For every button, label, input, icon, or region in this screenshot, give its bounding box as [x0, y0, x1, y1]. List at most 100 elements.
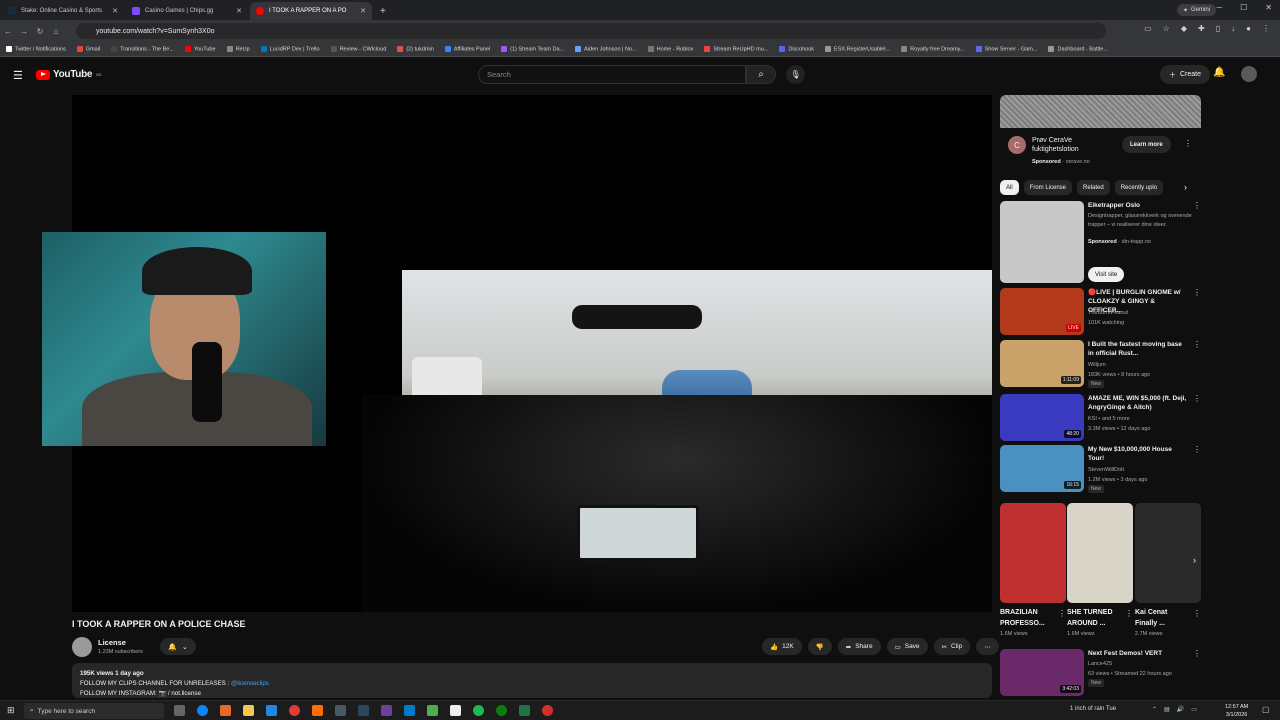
channel-name[interactable]: StevenWillDoIt: [1088, 467, 1124, 473]
search-input[interactable]: Search: [478, 65, 746, 84]
more-actions-button[interactable]: ⋯: [976, 638, 999, 655]
bookmark-item[interactable]: ReUp: [226, 45, 250, 52]
create-button[interactable]: ＋ Create: [1160, 65, 1211, 84]
app-icon[interactable]: [519, 705, 530, 716]
vscode-icon[interactable]: [404, 705, 415, 716]
bookmark-item[interactable]: YouTube: [184, 45, 216, 52]
channel-name[interactable]: License: [98, 638, 126, 647]
hamburger-menu-icon[interactable]: ☰: [13, 69, 23, 82]
more-vert-icon[interactable]: ⋮: [1058, 609, 1066, 618]
close-tab-icon[interactable]: ✕: [236, 7, 242, 15]
share-button[interactable]: ➦ Share: [837, 638, 881, 655]
app-icon[interactable]: [335, 705, 346, 716]
channel-name[interactable]: TheBurntPeanut: [1088, 310, 1128, 316]
more-vert-icon[interactable]: ⋮: [1193, 288, 1201, 297]
recommended-video[interactable]: LIVE 🔴LIVE | BURGLIN GNOME w/ CLOAKZY & …: [1000, 288, 1201, 338]
puzzle-icon[interactable]: ✚: [1198, 24, 1205, 33]
forward-icon[interactable]: →: [16, 27, 32, 36]
install-icon[interactable]: ▭: [1144, 24, 1152, 33]
description-box[interactable]: 195K views 1 day ago FOLLOW MY CLIPS CHA…: [72, 663, 992, 698]
bookmark-item[interactable]: (1) Stream Team Da...: [501, 45, 564, 52]
sponsored-ad-card[interactable]: C Prøv CeraVe fuktighetslotion Sponsored…: [1000, 95, 1201, 175]
visit-site-button[interactable]: Visit site: [1088, 267, 1125, 282]
browser-tab-active[interactable]: I TOOK A RAPPER ON A PO ✕: [250, 2, 372, 20]
extension-icon[interactable]: ◆: [1181, 24, 1187, 33]
bookmark-item[interactable]: ESX.RegisterUsableI...: [825, 45, 890, 52]
battery-icon[interactable]: ▭: [1191, 706, 1197, 713]
app-icon[interactable]: [220, 705, 231, 716]
short-item[interactable]: Kai Cenat Finally ... 2.7M views ⋮: [1135, 503, 1201, 637]
sidebar-ad[interactable]: Eiketrapper Oslo Designtrapper, glassrek…: [1000, 201, 1201, 283]
url-field[interactable]: youtube.com/watch?v=SumSynh3X0o: [76, 23, 1106, 39]
bookmark-item[interactable]: Dashboard - Battle...: [1048, 45, 1108, 52]
xbox-icon[interactable]: [496, 705, 507, 716]
bookmark-item[interactable]: Review - CWIcloud: [330, 45, 386, 52]
learn-more-button[interactable]: Learn more: [1122, 136, 1171, 153]
ad-menu-icon[interactable]: ⋮: [1184, 139, 1192, 148]
close-tab-icon[interactable]: ✕: [112, 7, 118, 15]
bookmark-item[interactable]: Gmail: [76, 45, 100, 52]
recommended-video[interactable]: 16:15 My New $10,000,000 House Tour! Ste…: [1000, 445, 1201, 495]
short-item[interactable]: BRAZILIAN PROFESSO... 1.6M views ⋮: [1000, 503, 1066, 637]
minecraft-icon[interactable]: [427, 705, 438, 716]
reload-icon[interactable]: ↻: [32, 27, 48, 36]
more-vert-icon[interactable]: ⋮: [1193, 649, 1201, 658]
weather-widget[interactable]: 1 inch of rain Tue: [1070, 706, 1116, 712]
close-tab-icon[interactable]: ✕: [360, 7, 366, 15]
more-vert-icon[interactable]: ⋮: [1193, 201, 1201, 210]
mail-icon[interactable]: [266, 705, 277, 716]
back-icon[interactable]: ←: [0, 27, 16, 36]
app-icon[interactable]: [312, 705, 323, 716]
more-vert-icon[interactable]: ⋮: [1193, 394, 1201, 403]
chip-related[interactable]: Related: [1077, 180, 1110, 195]
download-icon[interactable]: ↓: [1231, 24, 1235, 33]
close-window-icon[interactable]: ✕: [1265, 3, 1272, 12]
browser-tab[interactable]: Stake: Online Casino & Sports ✕: [2, 2, 124, 20]
subscribed-button[interactable]: 🔔 ⌄: [160, 638, 196, 655]
search-button[interactable]: ⌕: [746, 65, 776, 84]
more-vert-icon[interactable]: ⋮: [1193, 340, 1201, 349]
chevron-up-icon[interactable]: ⌃: [1152, 706, 1157, 713]
bookmark-item[interactable]: Royalty free Dreamy...: [901, 45, 965, 52]
bookmark-item[interactable]: Affiliates Panel: [444, 45, 490, 52]
notepad-icon[interactable]: [450, 705, 461, 716]
bookmark-item[interactable]: Twitter / Notifications: [6, 45, 66, 52]
clips-channel-link[interactable]: @licenseclips: [231, 680, 269, 687]
like-button[interactable]: 👍 12K: [762, 638, 802, 655]
profile-icon[interactable]: ●: [1246, 24, 1251, 33]
home-icon[interactable]: ⌂: [48, 27, 64, 36]
steam-icon[interactable]: [358, 705, 369, 716]
sidepanel-icon[interactable]: ▯: [1216, 24, 1220, 33]
chrome-icon[interactable]: [289, 705, 300, 716]
dislike-button[interactable]: 👎: [807, 638, 832, 655]
notifications-bell-icon[interactable]: 🔔: [1213, 67, 1225, 78]
app-icon[interactable]: [542, 705, 553, 716]
chip-from-license[interactable]: From License: [1023, 180, 1073, 195]
bookmark-item[interactable]: Show Server - Gam...: [975, 45, 1037, 52]
windows-start-icon[interactable]: ⊞: [7, 705, 15, 716]
bookmark-star-icon[interactable]: ☆: [1163, 24, 1170, 33]
channel-name[interactable]: Lance425: [1088, 661, 1112, 667]
app-icon[interactable]: [381, 705, 392, 716]
bookmark-item[interactable]: LucidRP Dev | Trello: [260, 45, 320, 52]
save-button[interactable]: ▭ Save: [886, 638, 928, 655]
volume-icon[interactable]: 🔊: [1177, 706, 1184, 713]
file-explorer-icon[interactable]: [243, 705, 254, 716]
spotify-icon[interactable]: [473, 705, 484, 716]
edge-icon[interactable]: [197, 705, 208, 716]
network-icon[interactable]: ▤: [1164, 706, 1170, 713]
minimize-icon[interactable]: ─: [1216, 3, 1222, 12]
maximize-icon[interactable]: ☐: [1240, 3, 1247, 12]
recommended-video[interactable]: 1:11:09 I Built the fastest moving base …: [1000, 340, 1201, 390]
bookmark-item[interactable]: (2) tukdmin: [397, 45, 434, 52]
chip-recently-uploaded[interactable]: Recently uplo: [1114, 180, 1164, 195]
taskbar-clock[interactable]: 12:57 AM 3/1/2026: [1225, 703, 1248, 719]
channel-avatar[interactable]: [72, 637, 92, 657]
shorts-next-icon[interactable]: ›: [1193, 555, 1196, 565]
more-vert-icon[interactable]: ⋮: [1193, 609, 1201, 618]
channel-name[interactable]: Willjum: [1088, 362, 1106, 368]
more-icon[interactable]: ⋮: [1262, 24, 1270, 33]
browser-tab[interactable]: Casino Games | Chips.gg ✕: [126, 2, 248, 20]
clip-button[interactable]: ✂ Clip: [933, 638, 971, 655]
taskbar-search[interactable]: ⌕ Type here to search: [24, 703, 164, 719]
